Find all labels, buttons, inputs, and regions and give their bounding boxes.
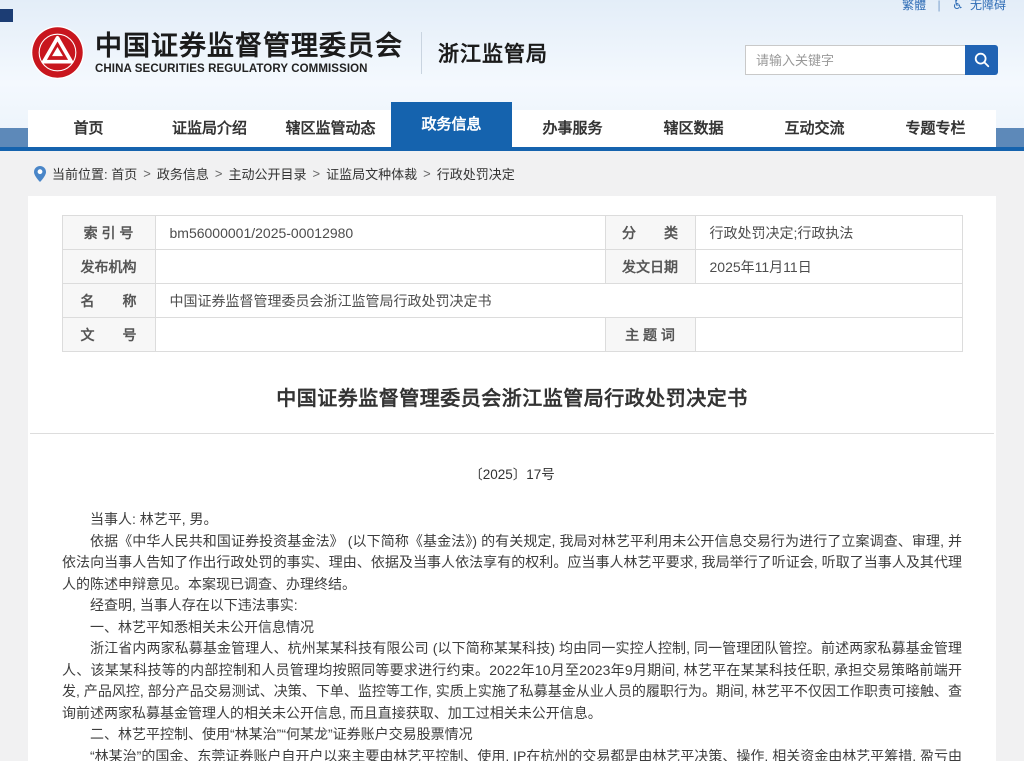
keywords-label: 主 题 词	[604, 317, 696, 352]
corner-decoration	[0, 9, 13, 22]
nav-tab-special-topics[interactable]: 专题专栏	[875, 110, 996, 147]
document-title: 中国证券监督管理委员会浙江监管局行政处罚决定书	[276, 388, 748, 410]
name-value: 中国证券监督管理委员会浙江监管局行政处罚决定书	[154, 283, 963, 318]
issue-date-label: 发文日期	[604, 249, 696, 284]
breadcrumb-separator: >	[214, 166, 223, 181]
issuer-value	[154, 249, 606, 284]
issuer-label: 发布机构	[61, 249, 156, 284]
document-body: 当事人: 林艺平, 男。 依据《中华人民共和国证券投资基金法》 (以下简称《基金…	[28, 483, 996, 761]
nav-tab-regional-news[interactable]: 辖区监管动态	[270, 110, 391, 147]
doc-number-label: 文 号	[61, 317, 156, 352]
search-input[interactable]	[745, 45, 965, 75]
accessibility-icon: ♿	[951, 0, 964, 12]
accessibility-link[interactable]: 无障碍	[970, 0, 1006, 12]
table-row: 名 称 中国证券监督管理委员会浙江监管局行政处罚决定书	[61, 283, 963, 318]
main-nav: 首页 证监局介绍 辖区监管动态 政务信息 办事服务 辖区数据 互动交流 专题专栏	[0, 102, 1024, 151]
breadcrumb-item-home[interactable]: 首页	[111, 164, 137, 183]
location-pin-icon	[34, 165, 46, 182]
doc-paragraph: 当事人: 林艺平, 男。	[90, 511, 218, 527]
breadcrumb-separator: >	[312, 166, 321, 181]
name-label: 名 称	[61, 283, 156, 318]
title-divider	[30, 433, 994, 434]
category-value: 行政处罚决定;行政执法	[694, 215, 963, 250]
index-number-value: bm56000001/2025-00012980	[154, 215, 606, 250]
breadcrumb-item-government-info[interactable]: 政务信息	[157, 164, 209, 183]
nav-tab-services[interactable]: 办事服务	[512, 110, 633, 147]
nav-tab-home[interactable]: 首页	[28, 110, 149, 147]
org-title-block: 中国证券监督管理委员会 CHINA SECURITIES REGULATORY …	[95, 31, 403, 75]
issue-date-value: 2025年11月11日	[694, 249, 963, 284]
breadcrumb-item-penalty-decision[interactable]: 行政处罚决定	[437, 164, 515, 183]
brand: 中国证券监督管理委员会 CHINA SECURITIES REGULATORY …	[30, 25, 548, 80]
document-meta-table: 索 引 号 bm56000001/2025-00012980 分 类 行政处罚决…	[61, 215, 963, 352]
breadcrumb-prefix: 当前位置:	[52, 167, 108, 182]
doc-section-heading: 二、林艺平控制、使用“林某治”“何某龙”证券账户交易股票情况	[90, 726, 473, 742]
breadcrumb-item-doc-type[interactable]: 证监局文种体裁	[326, 164, 417, 183]
org-name-en: CHINA SECURITIES REGULATORY COMMISSION	[95, 62, 368, 75]
index-number-label: 索 引 号	[61, 215, 156, 250]
nav-tab-regional-data[interactable]: 辖区数据	[633, 110, 754, 147]
traditional-chinese-link[interactable]: 繁體	[902, 0, 926, 12]
document-number: 〔2025〕17号	[469, 467, 555, 482]
site-search	[745, 45, 998, 75]
nav-tab-government-info[interactable]: 政务信息	[391, 102, 512, 147]
table-row: 文 号 主 题 词	[61, 317, 963, 352]
utility-separator: |	[937, 0, 941, 12]
table-row: 索 引 号 bm56000001/2025-00012980 分 类 行政处罚决…	[61, 215, 963, 250]
brand-divider	[421, 31, 422, 74]
nav-edge-left	[0, 128, 28, 147]
breadcrumb-separator: >	[423, 166, 431, 181]
utility-bar: 繁體 | ♿ 无障碍	[902, 0, 1006, 13]
csrc-logo-icon	[30, 25, 85, 80]
content-panel: 索 引 号 bm56000001/2025-00012980 分 类 行政处罚决…	[28, 196, 996, 761]
bureau-name: 浙江监管局	[438, 42, 548, 66]
search-button[interactable]	[965, 45, 998, 75]
doc-paragraph: “林某治”的国金、东莞证券账户自开户以来主要由林艺平控制、使用, IP在杭州的交…	[90, 747, 962, 761]
nav-tab-interaction[interactable]: 互动交流	[754, 110, 875, 147]
nav-edge-right	[996, 128, 1024, 147]
breadcrumb-separator: >	[143, 166, 151, 181]
nav-tab-bureau-intro[interactable]: 证监局介绍	[149, 110, 270, 147]
category-label: 分 类	[604, 215, 696, 250]
doc-number-value	[154, 317, 606, 352]
org-name-cn: 中国证券监督管理委员会	[95, 30, 403, 61]
keywords-value	[694, 317, 963, 352]
breadcrumb: 当前位置: 首页 > 政务信息 > 主动公开目录 > 证监局文种体裁 > 行政处…	[0, 151, 1024, 196]
doc-paragraph: 浙江省内两家私募基金管理人、杭州某某科技有限公司 (以下简称某某科技) 均由同一…	[62, 640, 962, 721]
table-row: 发布机构 发文日期 2025年11月11日	[61, 249, 963, 284]
doc-paragraph: 经查明, 当事人存在以下违法事实:	[90, 597, 298, 613]
page: 繁體 | ♿ 无障碍 中国证券监督管理委员会 CHINA SECURITIES …	[0, 0, 1024, 761]
breadcrumb-item-public-catalog[interactable]: 主动公开目录	[228, 164, 306, 183]
search-icon	[974, 52, 989, 68]
doc-paragraph: 依据《中华人民共和国证券投资基金法》 (以下简称《基金法》) 的有关规定, 我局…	[62, 532, 962, 592]
doc-section-heading: 一、林艺平知悉相关未公开信息情况	[90, 618, 314, 635]
